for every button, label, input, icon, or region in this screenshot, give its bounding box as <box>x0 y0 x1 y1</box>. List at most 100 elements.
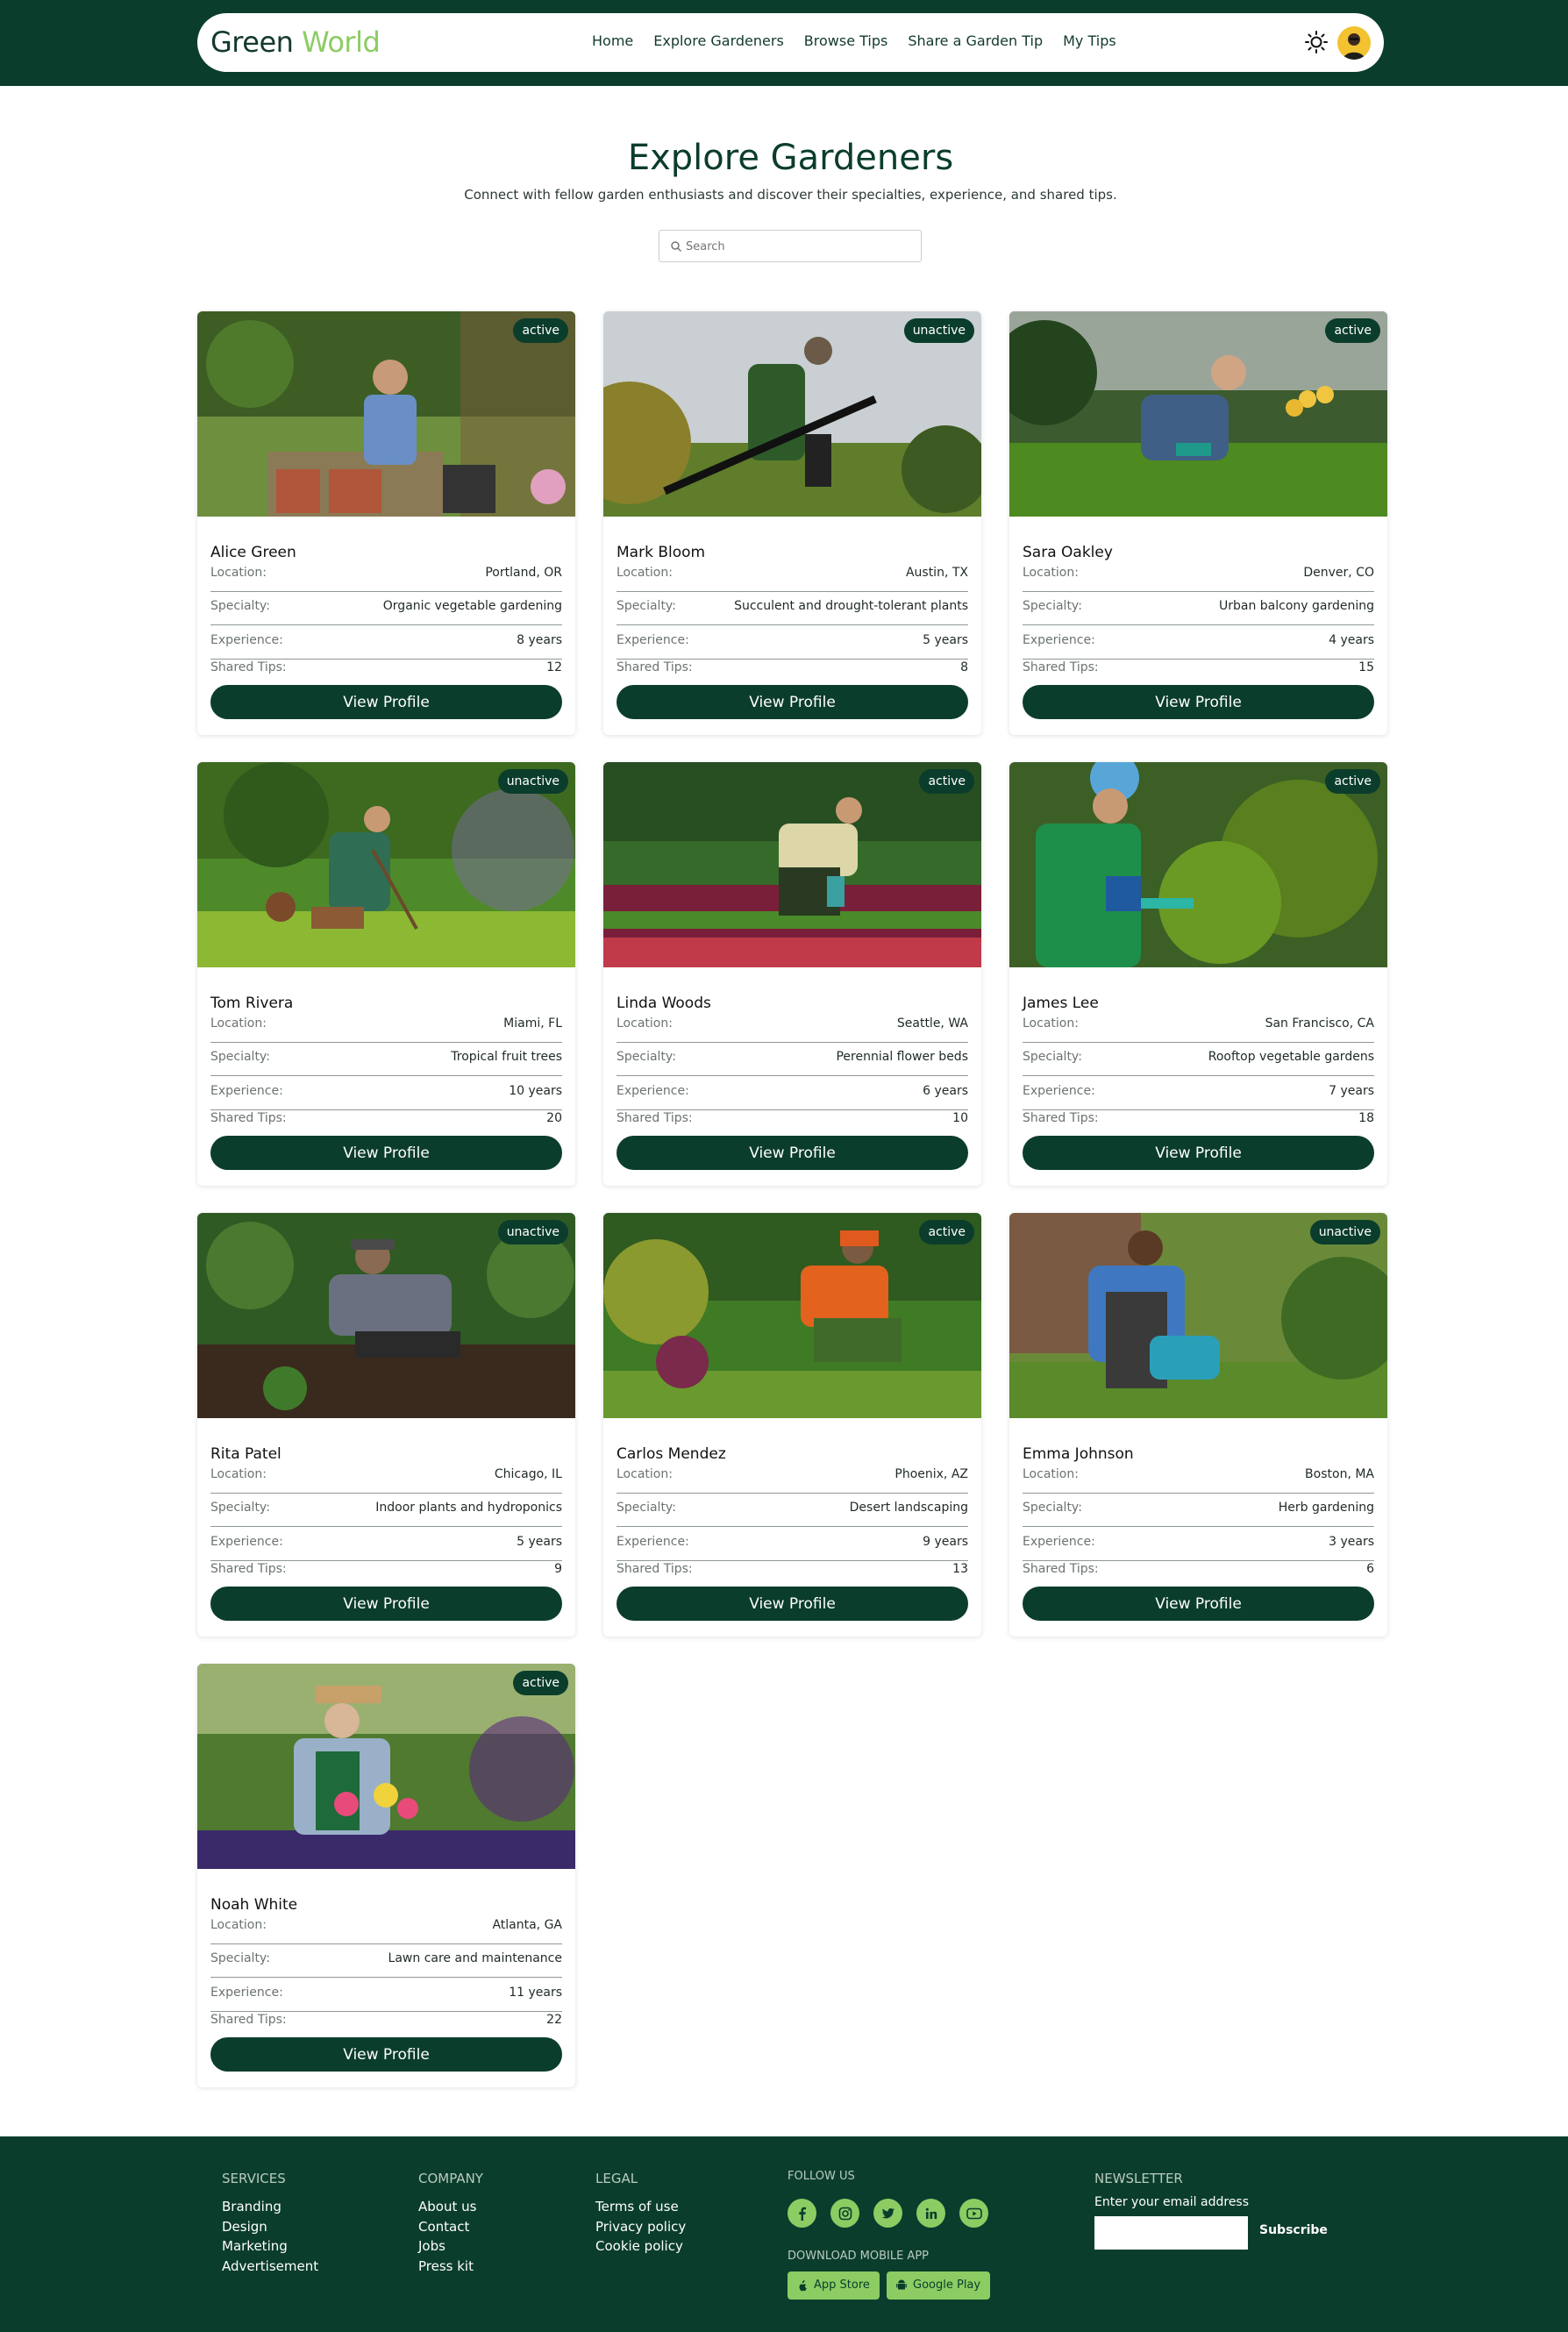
gardener-name: James Lee <box>1023 995 1099 1012</box>
specialty-label: Specialty: <box>617 1501 676 1515</box>
divider <box>1023 1526 1374 1527</box>
status-badge: active <box>513 1671 568 1695</box>
location-value: Atlanta, GA <box>492 1918 562 1932</box>
experience-row: Experience: 8 years <box>210 633 562 653</box>
experience-label: Experience: <box>210 1084 283 1098</box>
specialty-row: Specialty: Tropical fruit trees <box>210 1050 562 1069</box>
location-label: Location: <box>617 1016 673 1031</box>
specialty-value: Lawn care and maintenance <box>388 1951 562 1965</box>
site-logo[interactable]: Green World <box>210 25 381 59</box>
footer-link-advertisement[interactable]: Advertisement <box>222 2257 318 2277</box>
view-profile-button[interactable]: View Profile <box>210 1587 562 1621</box>
status-badge: active <box>513 318 568 343</box>
footer-download-title: DOWNLOAD MOBILE APP <box>788 2250 930 2263</box>
divider <box>210 1493 562 1494</box>
view-profile-button[interactable]: View Profile <box>1023 1587 1374 1621</box>
view-profile-button[interactable]: View Profile <box>1023 1136 1374 1170</box>
subscribe-button[interactable]: Subscribe <box>1259 2223 1328 2237</box>
gardener-photo <box>1009 762 1387 967</box>
shared-tips-label: Shared Tips: <box>210 2013 287 2027</box>
user-avatar[interactable] <box>1337 26 1371 60</box>
view-profile-button[interactable]: View Profile <box>210 1136 562 1170</box>
app-store-button[interactable]: App Store <box>788 2271 880 2300</box>
nav-link-browse-tips[interactable]: Browse Tips <box>804 32 888 49</box>
divider <box>1023 1493 1374 1494</box>
specialty-value: Desert landscaping <box>849 1501 968 1515</box>
experience-row: Experience: 4 years <box>1023 633 1374 653</box>
specialty-value: Tropical fruit trees <box>451 1050 562 1064</box>
shared-tips-row: Shared Tips: 20 <box>210 1111 562 1130</box>
footer-link-terms[interactable]: Terms of use <box>595 2197 686 2217</box>
nav-link-home[interactable]: Home <box>592 32 633 49</box>
specialty-row: Specialty: Rooftop vegetable gardens <box>1023 1050 1374 1069</box>
search-input[interactable] <box>686 236 914 257</box>
status-badge: unactive <box>497 769 568 794</box>
footer-follow-title: FOLLOW US <box>788 2170 855 2183</box>
location-label: Location: <box>1023 1016 1079 1031</box>
footer-link-design[interactable]: Design <box>222 2217 318 2237</box>
experience-label: Experience: <box>1023 1084 1095 1098</box>
footer-link-privacy[interactable]: Privacy policy <box>595 2217 686 2237</box>
view-profile-button[interactable]: View Profile <box>617 1136 968 1170</box>
experience-label: Experience: <box>617 633 689 647</box>
facebook-icon[interactable] <box>788 2199 816 2228</box>
shared-tips-row: Shared Tips: 10 <box>617 1111 968 1130</box>
nav-link-share-tip[interactable]: Share a Garden Tip <box>908 32 1043 49</box>
nav-link-my-tips[interactable]: My Tips <box>1063 32 1116 49</box>
gardener-card: unactive Mark Bloom Location: Austin, TX… <box>603 311 981 735</box>
divider <box>1023 1075 1374 1076</box>
view-profile-button[interactable]: View Profile <box>210 685 562 719</box>
shared-tips-label: Shared Tips: <box>1023 1562 1099 1576</box>
gardener-photo <box>197 1664 575 1869</box>
location-row: Location: Seattle, WA <box>617 1016 968 1036</box>
shared-tips-value: 10 <box>952 1111 968 1125</box>
shared-tips-row: Shared Tips: 12 <box>210 660 562 680</box>
search-box <box>659 230 922 262</box>
google-play-button[interactable]: Google Play <box>887 2271 990 2300</box>
location-value: Portland, OR <box>485 566 562 580</box>
footer-link-marketing[interactable]: Marketing <box>222 2236 318 2257</box>
footer-link-branding[interactable]: Branding <box>222 2197 318 2217</box>
experience-value: 9 years <box>923 1535 968 1549</box>
linkedin-icon[interactable] <box>916 2199 945 2228</box>
shared-tips-label: Shared Tips: <box>1023 1111 1099 1125</box>
footer-link-jobs[interactable]: Jobs <box>418 2236 483 2257</box>
footer-link-contact[interactable]: Contact <box>418 2217 483 2237</box>
location-value: San Francisco, CA <box>1265 1016 1374 1031</box>
twitter-icon[interactable] <box>873 2199 902 2228</box>
specialty-value: Rooftop vegetable gardens <box>1208 1050 1374 1064</box>
specialty-row: Specialty: Organic vegetable gardening <box>210 599 562 618</box>
experience-value: 7 years <box>1329 1084 1374 1098</box>
divider <box>210 1977 562 1978</box>
view-profile-button[interactable]: View Profile <box>210 2037 562 2072</box>
newsletter-label: Enter your email address <box>1094 2195 1250 2209</box>
divider <box>1023 624 1374 625</box>
sun-icon[interactable] <box>1304 30 1329 54</box>
nav-link-explore-gardeners[interactable]: Explore Gardeners <box>653 32 784 49</box>
view-profile-button[interactable]: View Profile <box>1023 685 1374 719</box>
divider <box>617 1075 968 1076</box>
footer-link-cookie[interactable]: Cookie policy <box>595 2236 686 2257</box>
gardener-name: Alice Green <box>210 544 296 561</box>
experience-value: 6 years <box>923 1084 968 1098</box>
specialty-label: Specialty: <box>210 1501 270 1515</box>
specialty-row: Specialty: Herb gardening <box>1023 1501 1374 1520</box>
status-badge: active <box>1325 318 1380 343</box>
view-profile-button[interactable]: View Profile <box>617 1587 968 1621</box>
footer-link-about[interactable]: About us <box>418 2197 483 2217</box>
newsletter-email-input[interactable] <box>1094 2216 1248 2250</box>
divider <box>617 659 968 660</box>
shared-tips-row: Shared Tips: 15 <box>1023 660 1374 680</box>
youtube-icon[interactable] <box>959 2199 988 2228</box>
specialty-row: Specialty: Lawn care and maintenance <box>210 1951 562 1971</box>
instagram-icon[interactable] <box>830 2199 859 2228</box>
shared-tips-row: Shared Tips: 9 <box>210 1562 562 1581</box>
experience-value: 11 years <box>509 1986 562 2000</box>
specialty-label: Specialty: <box>1023 599 1082 613</box>
shared-tips-row: Shared Tips: 6 <box>1023 1562 1374 1581</box>
gardener-name: Linda Woods <box>617 995 711 1012</box>
footer-link-press-kit[interactable]: Press kit <box>418 2257 483 2277</box>
view-profile-button[interactable]: View Profile <box>617 685 968 719</box>
specialty-value: Perennial flower beds <box>836 1050 968 1064</box>
footer-company-title: COMPANY <box>418 2171 483 2186</box>
